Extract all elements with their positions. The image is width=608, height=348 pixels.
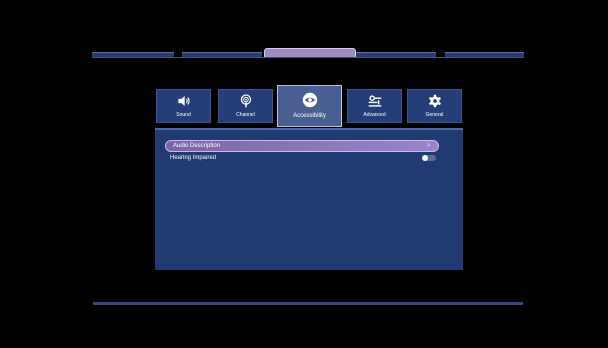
category-channel-label: Channel xyxy=(236,112,255,118)
chevron-right-icon: > xyxy=(426,143,430,149)
gear-icon xyxy=(428,94,441,108)
hearing-impaired-label: Hearing Impaired xyxy=(170,155,217,161)
sliders-icon xyxy=(368,95,381,107)
settings-panel: Audio Description > Hearing Impaired xyxy=(155,128,463,270)
category-general-label: General xyxy=(425,112,444,118)
hearing-impaired-item[interactable]: Hearing Impaired xyxy=(163,153,439,163)
category-channel[interactable]: Channel xyxy=(218,89,273,123)
speaker-icon xyxy=(177,96,190,106)
hearing-impaired-toggle[interactable] xyxy=(422,155,436,161)
category-sound[interactable]: Sound xyxy=(156,89,211,123)
category-general[interactable]: General xyxy=(407,89,462,123)
audio-description-label: Audio Description xyxy=(173,143,221,149)
eye-icon xyxy=(302,92,317,108)
audio-description-item[interactable]: Audio Description > xyxy=(165,140,439,152)
category-sound-label: Sound xyxy=(176,112,191,118)
antenna-icon xyxy=(240,94,251,108)
category-advanced-label: Advanced xyxy=(363,112,386,118)
top-divider xyxy=(92,57,524,58)
category-accessibility-label: Accessibility xyxy=(293,113,326,119)
toggle-knob xyxy=(422,155,428,161)
category-advanced[interactable]: Advanced xyxy=(347,89,402,123)
category-accessibility[interactable]: Accessibility xyxy=(277,85,342,127)
bottom-divider xyxy=(93,302,523,305)
